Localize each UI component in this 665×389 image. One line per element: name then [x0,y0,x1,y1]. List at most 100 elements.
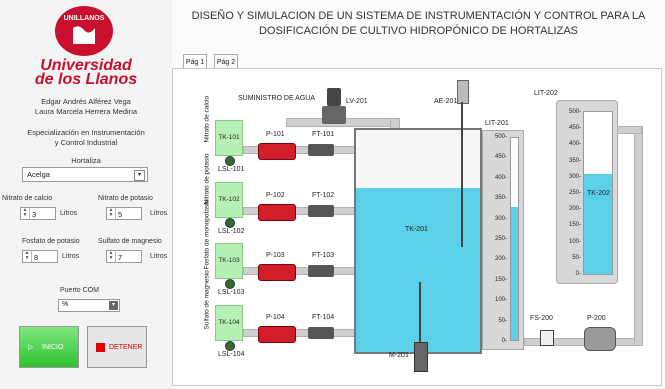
logo-line2: de los Llanos [34,71,138,88]
return-pipe-top [617,126,642,134]
scale-tick-label: 450- [568,125,581,132]
potasio-input[interactable]: ▲ ▼ 5 [106,207,142,220]
tank-tk101: TK-101 [215,120,243,156]
lit201-indicator: 500- 450- 400- 350- 300- 250- 200- 150- 100- 50- 0… [482,130,524,350]
scale-tick-label: 50- [498,317,507,324]
calcio-label: Nitrato de calcio [2,195,53,202]
scale-tick-label: 250- [494,236,507,242]
scale-tick-label: 100- [568,238,581,245]
pump-p104[interactable] [258,326,296,343]
scale-tick-label: 300- [494,215,507,222]
flowmeter-ft101 [308,144,334,156]
pump-p102[interactable] [258,204,296,221]
sulfato-unit: Litros [150,253,168,260]
scale-tick-label: 350- [568,157,581,164]
hortaliza-select[interactable]: Acelga ▾ [22,167,148,182]
calcio-unit: Litros [60,210,78,217]
fosfato-label: Fosfato de potasio [22,238,80,245]
university-logo: UNILLANOS [55,6,113,56]
lit201-fill [511,206,518,340]
ae-label: AE-201 [434,98,458,105]
tank-tk102: TK-102 [215,182,243,218]
analyzer-probe-icon [461,102,463,247]
sulfato-input[interactable]: ▲ ▼ 7 [106,250,142,263]
page-title-line1: DISEÑO Y SIMULACION DE UN SISTEMA DE INS… [191,10,646,22]
tk202-label: TK-202 [587,190,610,197]
com-value: % [62,301,69,308]
com-label: Puerto COM [60,287,99,294]
pump-p200[interactable] [584,327,616,351]
lsl103-label: LSL-103 [218,289,245,296]
stop-label: DETENER [109,344,143,351]
scale-tick-label: 450- [494,154,507,161]
stepper-icon[interactable]: ▲ ▼ [107,251,116,262]
stepper-icon[interactable]: ▲ ▼ [23,251,32,262]
play-icon: ▷ [28,344,34,351]
tab-page2[interactable]: Pág 2 [214,54,238,69]
fs200-label: FS-200 [530,315,553,322]
mixer-motor-icon [414,342,428,372]
hortaliza-label: Hortaliza [71,156,101,165]
stepper-icon[interactable]: ▲ ▼ [21,208,30,219]
logo-arc-text: UNILLANOS [64,15,105,22]
scale-tick-label: 200- [494,256,507,263]
scale-tick-label: 0- [501,338,507,344]
hortaliza-value: Acelga [27,170,50,179]
m201-label: M-201 [389,352,409,359]
sulfato-label: Sulfato de magnesio [98,238,162,245]
lit201-label: LIT-201 [485,120,509,127]
lit201-scale: 500- 450- 400- 350- 300- 250- 200- 150- 100- 50- 0… [485,134,507,344]
lv-label: LV-201 [346,98,368,105]
pump1-label: P-101 [266,131,285,138]
lit201-bar [510,137,519,341]
dropdown-arrow-icon[interactable]: ▾ [109,301,118,310]
scale-tick-label: 300- [568,173,581,180]
pump-p101[interactable] [258,143,296,160]
valve-icon [322,106,346,124]
tank1-side-label: Nitrato de calcio [203,95,211,143]
scale-tick-label: 400- [568,141,581,148]
lsl103-indicator [225,279,235,289]
stepper-icon[interactable]: ▲ ▼ [107,208,116,219]
author-2: Laura Marcela Herrera Medina [34,107,138,116]
lsl104-indicator [225,341,235,351]
valve-actuator-icon [327,88,341,106]
stop-button[interactable]: DETENER [87,326,147,368]
program-2: y Control Industrial [54,138,118,147]
scale-tick-label: 350- [494,195,507,202]
lsl102-indicator [225,218,235,228]
return-pipe-right [634,126,643,346]
tk201-label: TK-201 [405,226,428,233]
potasio-label: Nitrato de potasio [98,195,153,202]
pump-p103[interactable] [258,264,296,281]
pump4-label: P-104 [266,314,285,321]
fosfato-input[interactable]: ▲ ▼ 8 [22,250,58,263]
stop-icon [96,343,105,352]
pump3-label: P-103 [266,252,285,259]
pump2-label: P-102 [266,192,285,199]
scale-tick-label: 500- [568,109,581,115]
calcio-input[interactable]: ▲ ▼ 3 [20,207,56,220]
scale-tick-label: 150- [494,276,507,283]
author-1: Edgar Andrés Alférez Vega [41,97,131,106]
flow-switch-icon [540,330,554,346]
mixer-shaft-icon [419,282,421,342]
supply-label: SUMINISTRO DE AGUA [238,95,316,102]
start-button[interactable]: ▷ INICIO [19,326,79,368]
flowmeter-ft103 [308,265,334,277]
tab-page1[interactable]: Pág 1 [183,54,207,69]
potasio-unit: Litros [150,210,168,217]
p200-label: P-200 [587,315,606,322]
tank-tk104: TK-104 [215,305,243,341]
lsl104-label: LSL-104 [218,351,245,358]
ft2-label: FT-102 [312,192,335,199]
start-label: INICIO [42,344,64,351]
tk202-water-level [584,173,612,274]
com-select[interactable]: % ▾ [58,299,120,312]
lit202-label: LIT-202 [534,90,558,97]
scale-tick-label: 400- [494,174,507,181]
scale-tick-label: 50- [572,254,581,261]
scale-tick-label: 0- [575,271,581,277]
dropdown-arrow-icon[interactable]: ▾ [134,170,145,181]
fosfato-unit: Litros [62,253,80,260]
